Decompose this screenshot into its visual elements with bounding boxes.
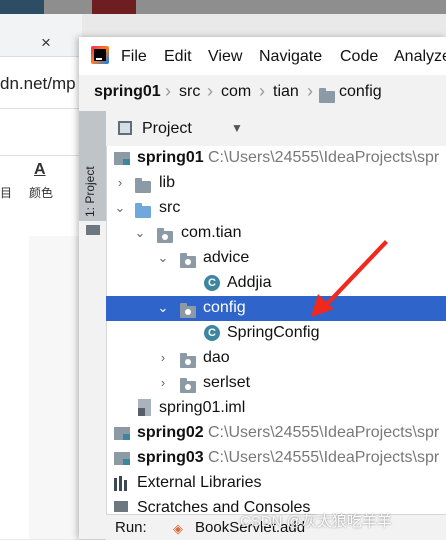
annotation-arrow — [311, 240, 388, 317]
watermark: CSDN @灰太狼吃羊羊 — [240, 513, 392, 530]
